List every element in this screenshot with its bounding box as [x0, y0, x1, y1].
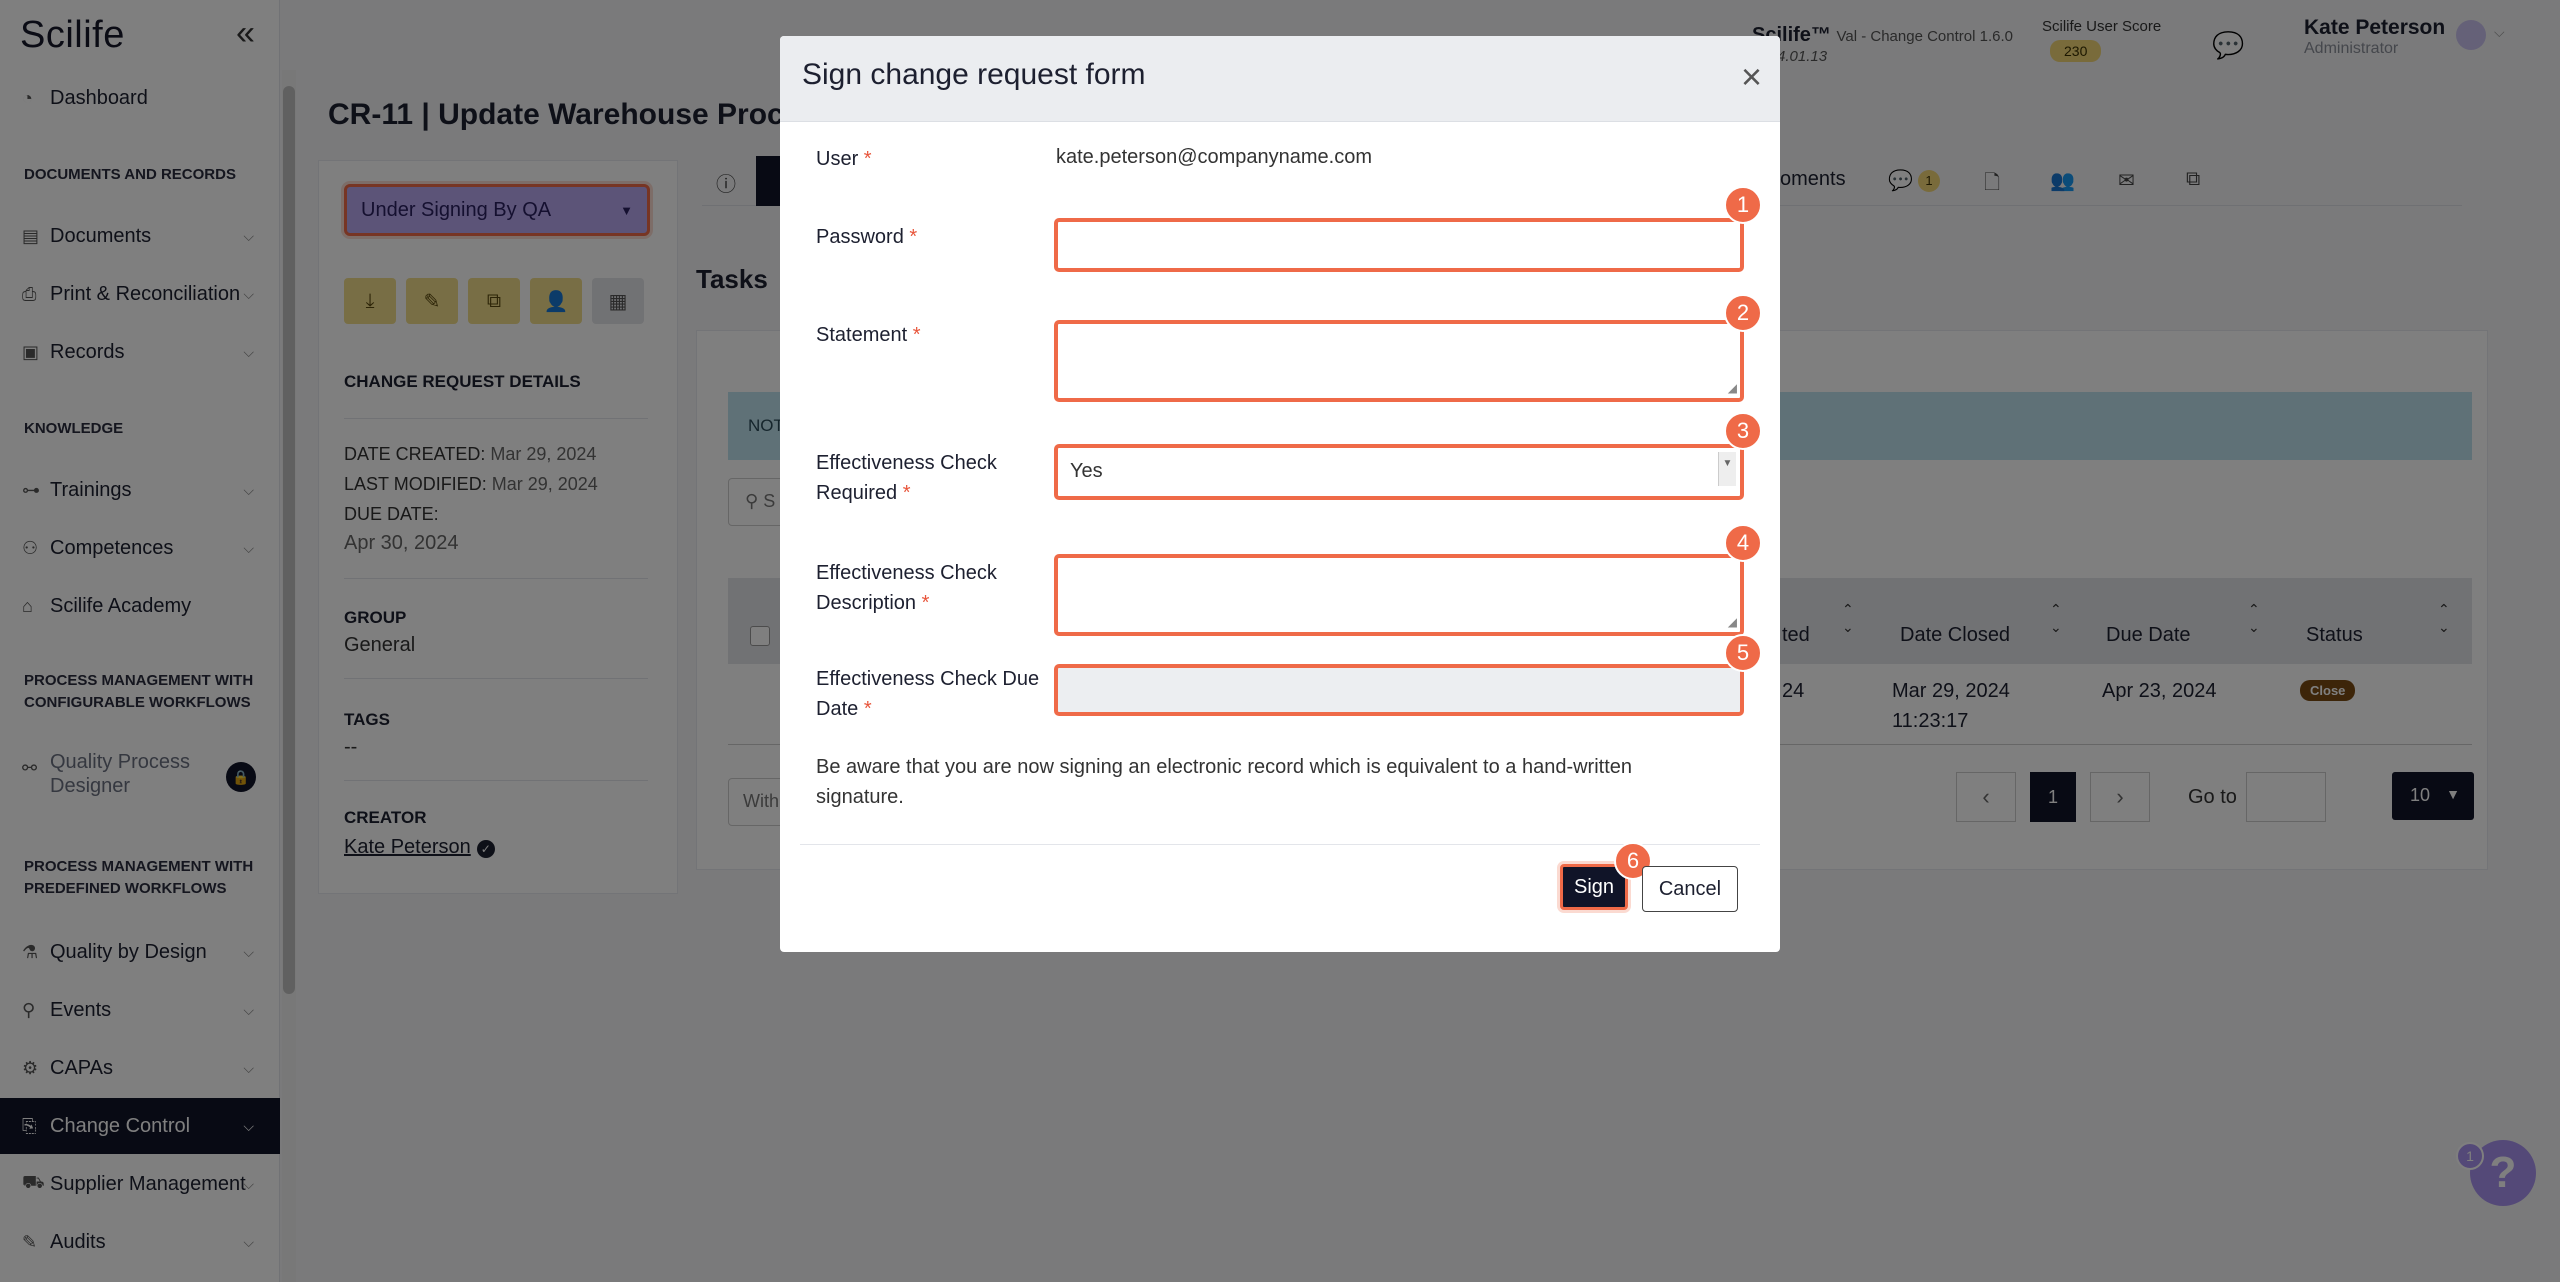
step-badge-3: 3 [1724, 412, 1762, 450]
statement-field[interactable]: ◢ [1054, 320, 1744, 402]
eff-description-field[interactable]: ◢ [1054, 554, 1744, 636]
password-label-text: Password [816, 226, 904, 248]
modal-title: Sign change request form [802, 58, 1146, 91]
modal-header: Sign change request form × [780, 36, 1780, 122]
eff-due-date-input[interactable] [1058, 668, 1740, 712]
eff-required-select[interactable]: Yes ▼ [1054, 444, 1744, 500]
eff-required-value: Yes [1070, 460, 1103, 482]
step-badge-5: 5 [1724, 634, 1762, 672]
user-value: kate.peterson@companyname.com [1056, 146, 1373, 168]
sign-modal: Sign change request form × User * kate.p… [780, 36, 1780, 952]
eff-required-label: Effectiveness Check Required * [816, 448, 1046, 508]
eff-due-date-field[interactable] [1054, 664, 1744, 716]
password-field[interactable] [1054, 218, 1744, 272]
statement-label-text: Statement [816, 324, 908, 346]
user-label-text: User [816, 148, 859, 170]
statement-textarea[interactable] [1058, 324, 1740, 398]
close-icon[interactable]: × [1741, 56, 1762, 98]
required-mark: * [863, 698, 872, 720]
caret-down-icon[interactable]: ▼ [1718, 452, 1736, 486]
user-label: User * [816, 144, 1046, 174]
eff-description-textarea[interactable] [1058, 558, 1740, 632]
eff-due-label: Effectiveness Check Due Date * [816, 664, 1046, 724]
required-mark: * [912, 324, 921, 346]
resize-grip-icon[interactable]: ◢ [1728, 615, 1737, 629]
required-mark: * [902, 482, 911, 504]
eff-description-label-text: Effectiveness Check Description [816, 562, 997, 614]
required-mark: * [921, 592, 930, 614]
eff-due-label-text: Effectiveness Check Due Date [816, 668, 1040, 720]
step-badge-4: 4 [1724, 524, 1762, 562]
password-label: Password * [816, 222, 1046, 252]
statement-label: Statement * [816, 320, 1046, 350]
step-badge-2: 2 [1724, 294, 1762, 332]
signature-notice: Be aware that you are now signing an ele… [816, 756, 1633, 808]
step-badge-1: 1 [1724, 186, 1762, 224]
password-input[interactable] [1058, 222, 1740, 268]
cancel-button[interactable]: Cancel [1642, 866, 1738, 912]
required-mark: * [863, 148, 872, 170]
eff-description-label: Effectiveness Check Description * [816, 558, 1046, 618]
modal-footer-divider [800, 844, 1760, 845]
resize-grip-icon[interactable]: ◢ [1728, 381, 1737, 395]
required-mark: * [909, 226, 918, 248]
